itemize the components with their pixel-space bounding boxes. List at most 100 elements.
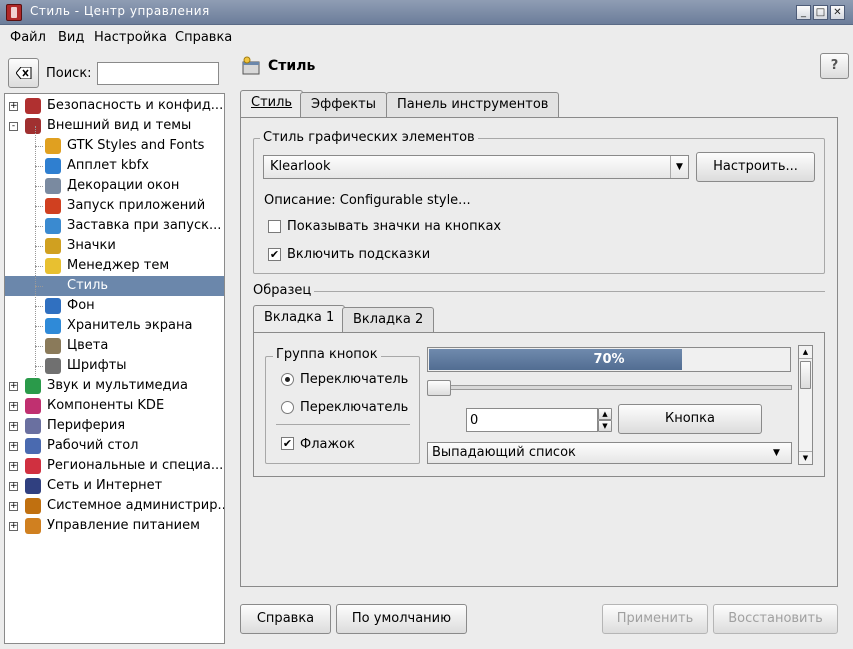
tree-item[interactable]: Менеджер тем (5, 256, 224, 276)
tab-toolbar[interactable]: Панель инструментов (386, 92, 560, 118)
footer-help-button[interactable]: Справка (240, 604, 331, 634)
menu-view[interactable]: Вид (58, 30, 84, 45)
tree-item[interactable]: - Внешний вид и темы (5, 116, 224, 136)
tree-item-label: Шрифты (67, 358, 127, 373)
defaults-button[interactable]: По умолчанию (336, 604, 467, 634)
module-tree[interactable]: + Безопасность и конфид... - Внешний вид и … (4, 93, 225, 644)
preview-combo[interactable]: Выпадающий список ▼ (427, 442, 792, 464)
tree-item-label: Компоненты KDE (47, 398, 165, 413)
tree-expander-icon[interactable]: + (9, 502, 18, 511)
tree-item[interactable]: Стиль (5, 276, 224, 296)
chevron-down-icon[interactable]: ▼ (773, 443, 780, 463)
tree-item-label: Безопасность и конфид... (47, 98, 224, 113)
tree-item[interactable]: + Периферия (5, 416, 224, 436)
tree-item[interactable]: + Звук и мультимедиа (5, 376, 224, 396)
tree-expander-icon[interactable]: + (9, 442, 18, 451)
tree-item[interactable]: Фон (5, 296, 224, 316)
scroll-up-icon[interactable]: ▲ (799, 346, 812, 359)
menu-help[interactable]: Справка (175, 30, 232, 45)
title-bar[interactable]: Стиль - Центр управления _ □ ✕ (0, 0, 853, 25)
search-input[interactable] (97, 62, 219, 85)
menu-settings[interactable]: Настройка (94, 30, 167, 45)
tree-item[interactable]: Запуск приложений (5, 196, 224, 216)
preview-scrollbar[interactable]: ▲ ▼ (798, 345, 813, 465)
reset-button[interactable]: Восстановить (713, 604, 838, 634)
tree-expander-icon[interactable]: - (9, 122, 18, 131)
tree-item[interactable]: + Безопасность и конфид... (5, 96, 224, 116)
apply-button[interactable]: Применить (602, 604, 708, 634)
tree-connector (35, 246, 43, 247)
tab-effects[interactable]: Эффекты (300, 92, 387, 118)
tree-item[interactable]: Декорации окон (5, 176, 224, 196)
help-icon[interactable]: ? (820, 53, 849, 79)
tooltips-label[interactable]: Включить подсказки (287, 247, 430, 262)
security-icon (25, 98, 41, 114)
radio-1[interactable] (281, 373, 294, 386)
maximize-icon[interactable]: □ (813, 5, 828, 20)
tree-expander-icon[interactable]: + (9, 462, 18, 471)
preview-legend: Образец (253, 283, 315, 298)
spin-input[interactable]: 0 (466, 408, 598, 432)
tree-item[interactable]: Хранитель экрана (5, 316, 224, 336)
tree-item-label: Хранитель экрана (67, 318, 193, 333)
flag-label[interactable]: Флажок (300, 437, 355, 452)
tree-expander-icon[interactable]: + (9, 482, 18, 491)
tree-item[interactable]: Апплет kbfx (5, 156, 224, 176)
style-combo-value: Klearlook (270, 159, 331, 174)
flag-checkbox[interactable]: ✔ (281, 437, 294, 450)
appearance-icon (25, 118, 41, 134)
splash-icon (45, 218, 61, 234)
configure-button[interactable]: Настроить... (696, 152, 815, 182)
chevron-down-icon[interactable]: ▼ (670, 156, 688, 178)
tree-expander-icon[interactable]: + (9, 382, 18, 391)
minimize-icon[interactable]: _ (796, 5, 811, 20)
style-combo[interactable]: Klearlook ▼ (263, 155, 689, 179)
tree-item-label: Апплет kbfx (67, 158, 149, 173)
show-icons-label[interactable]: Показывать значки на кнопках (287, 219, 501, 234)
tree-item[interactable]: GTK Styles and Fonts (5, 136, 224, 156)
regional-icon (25, 458, 41, 474)
tab-style[interactable]: Стиль (240, 90, 304, 118)
kde-components-icon (25, 398, 41, 414)
tree-expander-icon[interactable]: + (9, 522, 18, 531)
preview-tab-2[interactable]: Вкладка 2 (342, 307, 435, 333)
tree-item-label: Фон (67, 298, 95, 313)
show-icons-checkbox[interactable] (268, 220, 281, 233)
radio-1-label[interactable]: Переключатель (300, 372, 408, 387)
tooltips-checkbox[interactable]: ✔ (268, 248, 281, 261)
slider-handle[interactable] (427, 380, 451, 396)
spin-up-icon[interactable]: ▲ (598, 408, 612, 420)
app-icon (6, 4, 22, 21)
tree-item[interactable]: + Сеть и Интернет (5, 476, 224, 496)
tree-item[interactable]: + Компоненты KDE (5, 396, 224, 416)
preview-button[interactable]: Кнопка (618, 404, 762, 434)
tree-expander-icon[interactable]: + (9, 402, 18, 411)
tree-item[interactable]: Шрифты (5, 356, 224, 376)
tree-item[interactable]: + Рабочий стол (5, 436, 224, 456)
scroll-thumb[interactable] (800, 361, 811, 389)
radio-2-label[interactable]: Переключатель (300, 400, 408, 415)
radio-2[interactable] (281, 401, 294, 414)
tree-item-label: Менеджер тем (67, 258, 170, 273)
tree-expander-icon[interactable]: + (9, 422, 18, 431)
group-separator (276, 424, 410, 425)
spin-value: 0 (470, 413, 479, 428)
tab-style-label: Стиль (251, 95, 293, 110)
clear-search-button[interactable] (8, 58, 39, 88)
tree-item[interactable]: Цвета (5, 336, 224, 356)
preview-tab-1[interactable]: Вкладка 1 (253, 305, 346, 333)
slider-track[interactable] (427, 385, 792, 390)
scroll-down-icon[interactable]: ▼ (799, 451, 812, 464)
close-icon[interactable]: ✕ (830, 5, 845, 20)
tree-expander-icon[interactable]: + (9, 102, 18, 111)
tree-connector (35, 326, 43, 327)
tree-item[interactable]: + Управление питанием (5, 516, 224, 536)
preview-tab-1-label: Вкладка 1 (264, 310, 335, 325)
tree-item[interactable]: + Системное администрир... (5, 496, 224, 516)
menu-file[interactable]: Файл (10, 30, 46, 45)
tree-item[interactable]: Заставка при запуск... (5, 216, 224, 236)
launch-icon (45, 198, 61, 214)
tree-item[interactable]: + Региональные и специа... (5, 456, 224, 476)
spin-down-icon[interactable]: ▼ (598, 420, 612, 432)
tree-item[interactable]: Значки (5, 236, 224, 256)
